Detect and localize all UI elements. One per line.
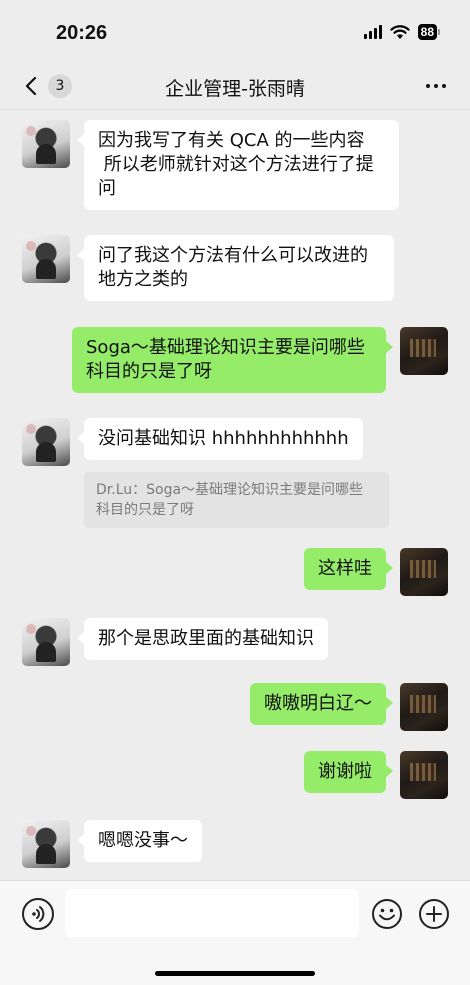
input-bar [0,880,470,985]
message-bubble[interactable]: Soga～基础理论知识主要是问哪些科目的只是了呀 [72,327,393,393]
my-avatar[interactable] [400,751,448,799]
battery-level: 88 [417,24,437,40]
friend-avatar[interactable] [22,235,70,283]
my-avatar[interactable] [400,683,448,731]
nav-bar: 3 企业管理-张雨晴 [0,62,470,110]
message-bubble[interactable]: 嗷嗷明白辽～ [250,683,393,725]
status-time: 20:26 [56,22,108,44]
message-bubble[interactable]: 没问基础知识 hhhhhhhhhhhh [77,418,363,460]
message-bubble[interactable]: 这样哇 [304,548,393,590]
friend-avatar[interactable] [22,418,70,466]
my-avatar[interactable] [400,327,448,375]
my-avatar[interactable] [400,548,448,596]
message-bubble[interactable]: 谢谢啦 [304,751,393,793]
message-input[interactable] [65,889,359,937]
home-indicator [155,971,315,976]
plus-icon[interactable] [418,898,450,930]
message-bubble[interactable]: 嗯嗯没事～ [77,820,202,862]
battery-icon: 88 [417,24,440,40]
chat-title: 企业管理-张雨晴 [165,78,305,100]
message-bubble[interactable]: 问了我这个方法有什么可以改进的地方之类的 [77,235,394,301]
more-icon[interactable] [426,84,446,88]
signal-icon [363,25,382,39]
friend-avatar[interactable] [22,618,70,666]
emoji-icon[interactable] [371,898,403,930]
status-icons: 88 [363,24,440,40]
message-bubble[interactable]: 那个是思政里面的基础知识 [77,618,328,660]
friend-avatar[interactable] [22,820,70,868]
status-bar: 20:26 88 [0,0,470,62]
wifi-icon [390,24,410,40]
voice-icon[interactable] [22,898,54,930]
chat-area[interactable]: 因为我写了有关 QCA 的一些内容 所以老师就针对这个方法进行了提问 问了我这个… [0,110,470,880]
quoted-message[interactable]: Dr.Lu：Soga～基础理论知识主要是问哪些科目的只是了呀 [84,472,389,528]
message-bubble[interactable]: 因为我写了有关 QCA 的一些内容 所以老师就针对这个方法进行了提问 [77,120,399,210]
friend-avatar[interactable] [22,120,70,168]
